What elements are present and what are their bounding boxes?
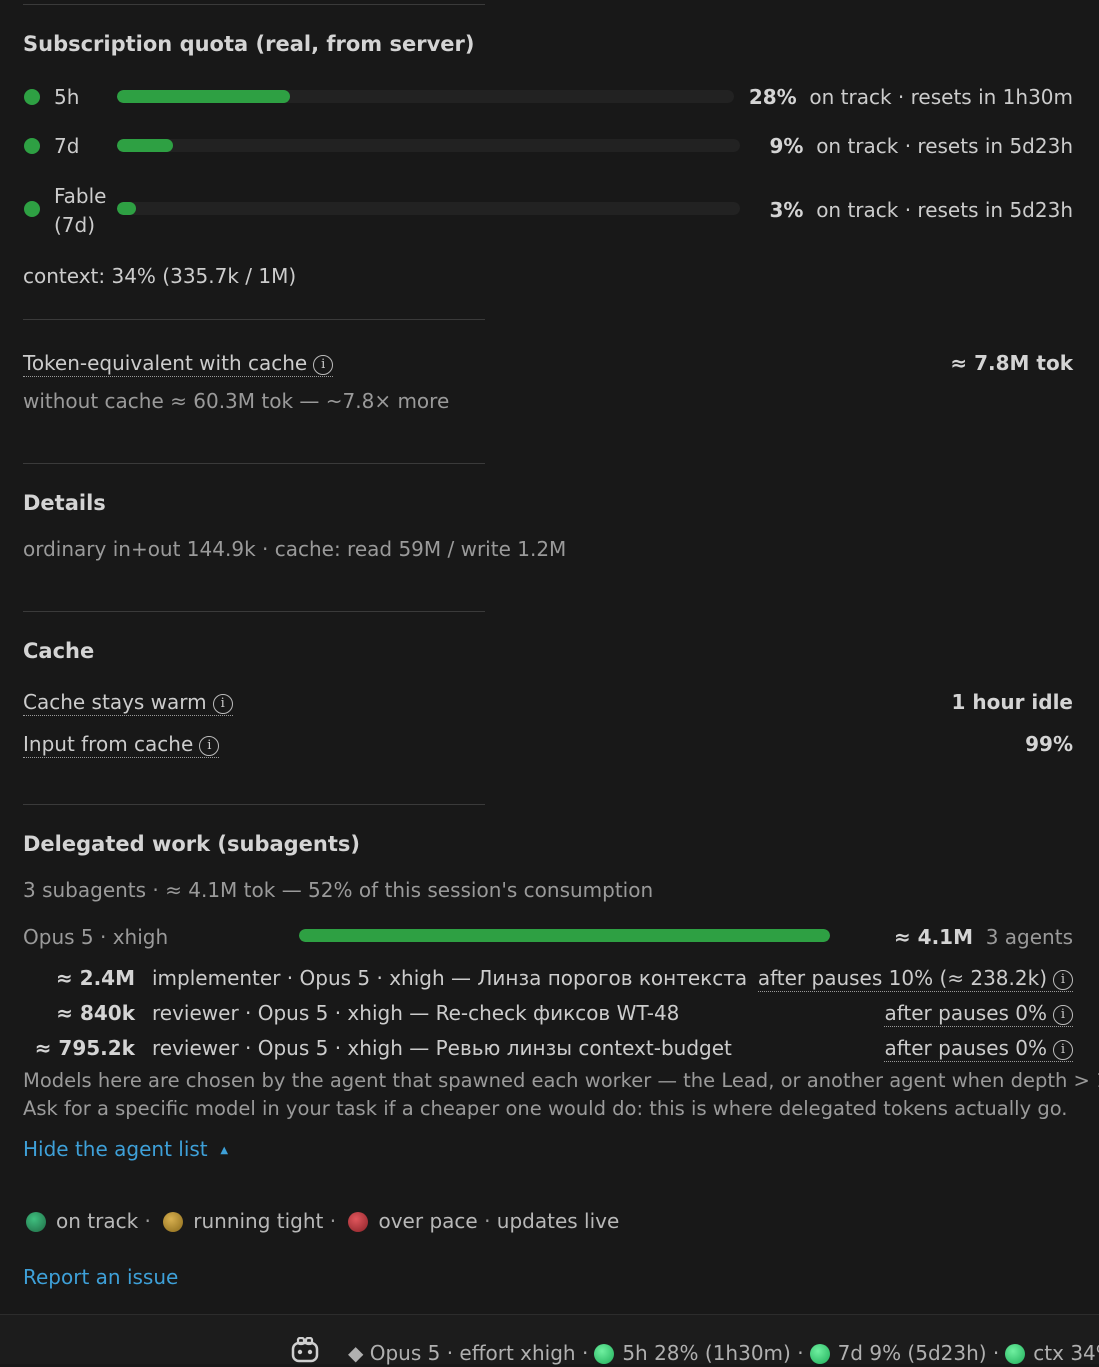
cache-warm-label[interactable]: Cache stays warm i	[23, 690, 233, 716]
legend-separator: ·	[484, 1209, 491, 1233]
model-group-agents: 3 agents	[985, 925, 1073, 949]
quota-label-line: (7d)	[54, 213, 96, 237]
delegated-summary: 3 subagents · ≈ 4.1M tok — 52% of this s…	[23, 878, 654, 902]
cache-warm-value: 1 hour idle	[951, 690, 1073, 714]
info-icon[interactable]: i	[1053, 970, 1073, 990]
token-eq-value: ≈ 7.8M tok	[950, 351, 1073, 375]
model-group-tok: ≈ 4.1M	[893, 925, 973, 949]
model-group-total: ≈ 4.1M 3 agents	[894, 925, 1073, 949]
agent-tok: ≈ 795.2k	[34, 1036, 135, 1060]
legend-tail: updates live	[496, 1209, 620, 1233]
quota-status-7d: 9% on track · resets in 5d23h	[770, 134, 1074, 158]
hide-agent-list-link[interactable]: Hide the agent list ▲	[23, 1137, 228, 1161]
divider	[23, 319, 485, 320]
agent-after-pauses-text: after pauses 10% (≈ 238.2k)	[757, 966, 1047, 990]
quota-label-5h: 5h	[54, 85, 80, 109]
quota-status-text: on track · resets in 1h30m	[809, 85, 1073, 109]
model-group-label: Opus 5 · xhigh	[23, 925, 169, 949]
quota-status-text: on track · resets in 5d23h	[816, 134, 1073, 158]
on-track-dot-icon	[26, 1212, 46, 1232]
quota-bar-7d	[117, 139, 740, 152]
pace-legend: on track · running tight · over pace · u…	[26, 1209, 619, 1233]
details-title: Details	[23, 491, 106, 515]
statusbar-ctx: ctx 34%	[1033, 1341, 1099, 1365]
agent-tok: ≈ 840k	[56, 1001, 135, 1025]
divider	[23, 463, 485, 464]
input-from-cache-label-text: Input from cache	[23, 732, 194, 756]
caret-up-icon: ▲	[220, 1145, 229, 1156]
context-usage: context: 34% (335.7k / 1M)	[23, 264, 297, 288]
input-from-cache-label[interactable]: Input from cache i	[23, 732, 220, 758]
quota-status-fable: 3% on track · resets in 5d23h	[770, 198, 1074, 222]
quota-label-line: Fable	[54, 184, 107, 208]
agent-after-pauses[interactable]: after pauses 10% (≈ 238.2k) i	[757, 966, 1073, 992]
input-from-cache-value: 99%	[1025, 732, 1073, 756]
agent-after-pauses[interactable]: after pauses 0% i	[884, 1001, 1073, 1027]
quota-percent: 3%	[769, 198, 804, 222]
agent-desc: implementer · Opus 5 · xhigh — Линза пор…	[152, 966, 748, 990]
hide-agent-list-label: Hide the agent list	[23, 1137, 208, 1161]
status-dot	[24, 138, 40, 154]
over-pace-dot-icon	[348, 1212, 369, 1232]
running-tight-dot-icon	[163, 1212, 184, 1232]
statusbar-7d: 7d 9% (5d23h) ·	[837, 1341, 1000, 1365]
quota-bar-fill	[117, 139, 174, 152]
agent-after-pauses[interactable]: after pauses 0% i	[884, 1036, 1073, 1062]
agent-desc: reviewer · Opus 5 · xhigh — Ревью линзы …	[152, 1036, 732, 1060]
status-bar: ◆ Opus 5 · effort xhigh · 5h 28% (1h30m) …	[0, 1314, 1099, 1365]
agent-desc: reviewer · Opus 5 · xhigh — Re-check фик…	[152, 1001, 680, 1025]
status-dot	[24, 201, 40, 217]
delegated-note-line-1: Models here are chosen by the agent that…	[23, 1069, 1099, 1092]
quota-label-fable: Fable (7d)	[54, 182, 106, 240]
info-icon[interactable]: i	[1053, 1040, 1073, 1060]
token-eq-sub: without cache ≈ 60.3M tok — ~7.8× more	[23, 389, 450, 413]
info-icon[interactable]: i	[313, 355, 334, 375]
status-dot-icon	[809, 1344, 830, 1364]
divider	[23, 804, 485, 805]
agent-tok: ≈ 2.4M	[55, 966, 135, 990]
quota-title: Subscription quota (real, from server)	[23, 32, 475, 56]
quota-bar-fable	[117, 202, 740, 215]
quota-bar-fill	[117, 202, 136, 215]
delegated-title: Delegated work (subagents)	[23, 832, 361, 856]
quota-label-7d: 7d	[54, 134, 80, 158]
legend-separator: ·	[144, 1209, 151, 1233]
quota-percent: 9%	[769, 134, 804, 158]
model-group-bar	[299, 929, 830, 942]
divider	[23, 4, 485, 5]
delegated-note-line-2: Ask for a specific model in your task if…	[23, 1097, 1068, 1120]
legend-label: over pace	[378, 1209, 478, 1233]
statusbar-5h: 5h 28% (1h30m) ·	[622, 1341, 804, 1365]
token-eq-label-text: Token-equivalent with cache	[23, 351, 308, 375]
info-icon[interactable]: i	[199, 736, 220, 756]
divider	[23, 611, 485, 612]
status-dot	[24, 89, 40, 105]
token-eq-label[interactable]: Token-equivalent with cache i	[23, 351, 334, 377]
legend-separator: ·	[329, 1209, 337, 1233]
quota-percent: 28%	[748, 85, 797, 109]
quota-status-5h: 28% on track · resets in 1h30m	[749, 85, 1073, 109]
agent-after-pauses-text: after pauses 0%	[884, 1036, 1047, 1060]
legend-label: running tight	[193, 1209, 324, 1233]
report-issue-link[interactable]: Report an issue	[23, 1265, 178, 1289]
agent-after-pauses-text: after pauses 0%	[884, 1001, 1047, 1025]
model-group-bar-fill	[299, 929, 830, 942]
info-icon[interactable]: i	[1053, 1005, 1073, 1025]
quota-status-text: on track · resets in 5d23h	[816, 198, 1073, 222]
quota-bar-5h	[117, 90, 734, 103]
status-dot-icon	[594, 1344, 615, 1364]
quota-bar-fill	[117, 90, 290, 103]
statusbar-model: ◆ Opus 5 · effort xhigh ·	[348, 1341, 589, 1365]
legend-label: on track	[56, 1209, 139, 1233]
cache-warm-label-text: Cache stays warm	[23, 690, 207, 714]
details-text: ordinary in+out 144.9k · cache: read 59M…	[23, 537, 567, 561]
info-icon[interactable]: i	[212, 694, 233, 714]
cache-title: Cache	[23, 639, 95, 663]
statusbar-items[interactable]: ◆ Opus 5 · effort xhigh · 5h 28% (1h30m) …	[348, 1341, 1099, 1365]
status-dot-icon	[1005, 1344, 1026, 1364]
